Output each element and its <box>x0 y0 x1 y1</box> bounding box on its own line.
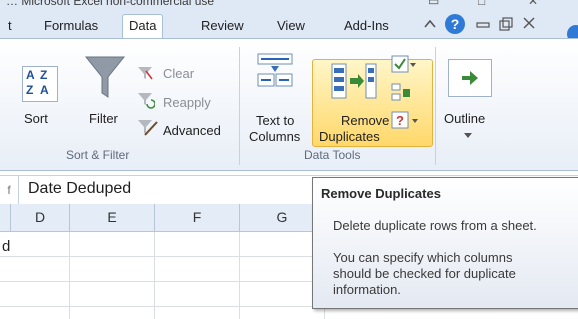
sort-filter-group-label: Sort & Filter <box>66 148 130 162</box>
remove-duplicates-icon <box>331 63 377 99</box>
text-to-columns-icon[interactable] <box>256 52 294 88</box>
column-line <box>69 232 70 319</box>
column-header-d[interactable]: D <box>11 204 70 232</box>
text-to-columns-line2[interactable]: Columns <box>249 129 300 144</box>
outline-icon[interactable] <box>448 59 492 97</box>
remove-duplicates-tooltip: Remove Duplicates Delete duplicate rows … <box>312 177 578 309</box>
advanced-button[interactable]: Advanced <box>163 123 221 138</box>
outline-button[interactable]: Outline <box>444 111 485 126</box>
group-separator <box>239 47 240 165</box>
tab-view[interactable]: View <box>271 15 311 38</box>
tooltip-line3: should be checked for duplicate <box>333 266 516 281</box>
tab-formulas[interactable]: Formulas <box>38 15 104 38</box>
column-header-f[interactable]: F <box>155 204 240 232</box>
close-workbook-icon[interactable] <box>522 16 536 30</box>
ribbon: A Z Z A Sort Filter Clear Reapply Advanc… <box>0 38 578 171</box>
title-bar: … Microsoft Excel non-commercial use ▭ □… <box>0 0 578 10</box>
close-icon[interactable]: ✕ <box>528 0 538 8</box>
sort-button[interactable]: Sort <box>24 111 48 126</box>
row-header-corner <box>0 204 11 232</box>
tab-data[interactable]: Data <box>122 14 164 38</box>
remove-duplicates-line1: Remove <box>341 113 390 128</box>
remove-duplicates-line2: Duplicates <box>319 129 380 144</box>
chevron-up-icon[interactable] <box>422 16 438 32</box>
help-icon[interactable]: ? <box>444 13 466 35</box>
green-arrow-icon <box>462 71 478 85</box>
formula-bar-input[interactable]: Date Deduped <box>28 180 131 198</box>
tab-review[interactable]: Review <box>195 15 250 38</box>
tooltip-line1: Delete duplicate rows from a sheet. <box>333 218 537 233</box>
tooltip-line4: information. <box>333 282 401 297</box>
minimize-icon[interactable]: ▭ <box>428 0 439 8</box>
column-line <box>154 232 155 319</box>
restore-window-icon[interactable] <box>498 16 514 32</box>
clear-filter-icon <box>138 67 153 80</box>
filter-button[interactable]: Filter <box>89 111 118 126</box>
what-if-analysis-icon[interactable]: ? <box>391 111 419 131</box>
restore-icon[interactable]: □ <box>478 0 485 8</box>
data-tools-group-label: Data Tools <box>304 148 361 162</box>
reapply-button[interactable]: Reapply <box>163 95 211 110</box>
svg-text:?: ? <box>396 113 404 128</box>
group-separator <box>435 47 436 165</box>
advanced-filter-icon <box>138 120 158 136</box>
column-header-e[interactable]: E <box>70 204 155 232</box>
cell-d1[interactable]: d <box>2 238 10 255</box>
tooltip-line2: You can specify which columns <box>333 250 513 265</box>
sort-az-icon[interactable]: A Z Z A <box>22 66 58 102</box>
tooltip-title: Remove Duplicates <box>321 186 441 201</box>
consolidate-icon[interactable] <box>391 83 411 103</box>
ribbon-tabs: t Formulas Data Review View Add-Ins ? <box>0 10 578 43</box>
data-validation-icon[interactable] <box>391 55 417 75</box>
svg-text:?: ? <box>451 16 460 32</box>
chevron-down-icon[interactable] <box>463 132 473 140</box>
filter-funnel-icon[interactable] <box>84 53 126 101</box>
fx-icon[interactable]: f <box>0 176 19 204</box>
reapply-icon <box>138 93 155 109</box>
minimize-ribbon-icon[interactable] <box>476 17 490 31</box>
tab-add-ins[interactable]: Add-Ins <box>338 15 395 38</box>
clear-button[interactable]: Clear <box>163 66 194 81</box>
column-line <box>239 232 240 319</box>
tab-partial[interactable]: t <box>2 15 18 38</box>
window-title: … Microsoft Excel non-commercial use <box>6 0 215 8</box>
text-to-columns-line1[interactable]: Text to <box>256 113 294 128</box>
